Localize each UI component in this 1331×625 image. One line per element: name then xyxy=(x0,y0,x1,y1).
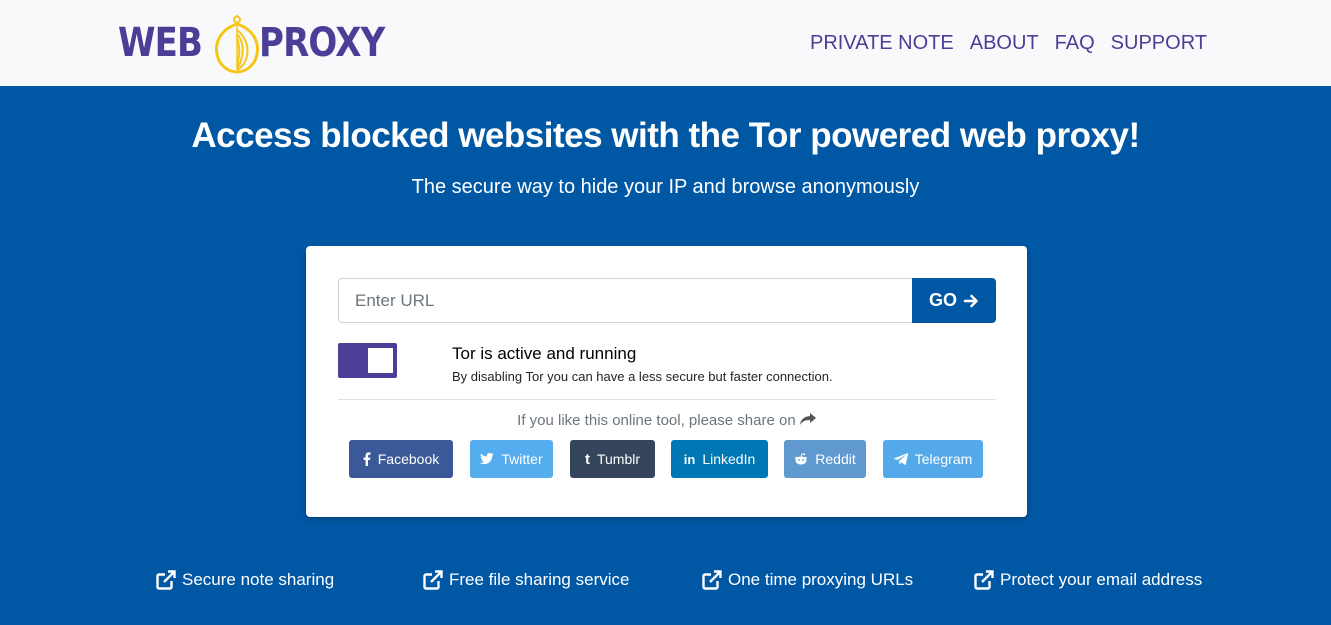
reddit-icon xyxy=(794,453,808,465)
share-reddit-button[interactable]: Reddit xyxy=(784,440,866,478)
share-twitter-button[interactable]: Twitter xyxy=(470,440,553,478)
feature-label: Protect your email address xyxy=(1000,570,1203,589)
tor-status-text: Tor is active and running xyxy=(452,344,637,363)
logo-text-web: WEB xyxy=(118,20,203,66)
site-logo[interactable]: WEB PROXY xyxy=(118,12,406,74)
facebook-icon xyxy=(363,452,371,466)
hero-title: Access blocked websites with the Tor pow… xyxy=(191,116,1140,155)
share-telegram-label: Telegram xyxy=(914,451,973,467)
hero-subtitle: The secure way to hide your IP and brows… xyxy=(411,176,920,198)
twitter-icon xyxy=(480,453,494,465)
feature-label: Free file sharing service xyxy=(449,570,630,589)
go-button[interactable]: GO xyxy=(912,278,996,323)
url-input[interactable] xyxy=(338,278,912,323)
arrow-right-icon xyxy=(963,294,978,307)
linkedin-icon: in xyxy=(683,451,696,467)
feature-label: One time proxying URLs xyxy=(728,570,914,589)
share-facebook-label: Facebook xyxy=(377,451,440,467)
tor-toggle[interactable] xyxy=(338,343,397,378)
share-prompt: If you like this online tool, please sha… xyxy=(306,412,1027,429)
nav-faq[interactable]: FAQ xyxy=(1055,32,1095,55)
tor-description: By disabling Tor you can have a less sec… xyxy=(452,369,833,384)
telegram-icon xyxy=(893,453,908,465)
share-prompt-text: If you like this online tool, please sha… xyxy=(517,412,796,429)
feature-secure-note-sharing[interactable]: Secure note sharing xyxy=(156,570,334,590)
share-telegram-button[interactable]: Telegram xyxy=(883,440,983,478)
share-facebook-button[interactable]: Facebook xyxy=(349,440,453,478)
nav-support[interactable]: SUPPORT xyxy=(1111,32,1207,55)
feature-free-file-sharing[interactable]: Free file sharing service xyxy=(423,570,629,590)
share-icon xyxy=(799,413,816,425)
main-nav: PRIVATE NOTE ABOUT FAQ SUPPORT xyxy=(810,32,1207,55)
top-navbar: WEB PROXY PRIVATE NOTE ABOUT FAQ SUPPORT xyxy=(0,0,1331,86)
share-tumblr-button[interactable]: t Tumblr xyxy=(570,440,655,478)
external-link-icon xyxy=(702,570,722,590)
onion-logo-icon xyxy=(214,14,259,74)
share-reddit-label: Reddit xyxy=(815,451,856,467)
share-buttons: Facebook Twitter t Tumblr in LinkedIn Re… xyxy=(306,440,1027,478)
go-button-label: GO xyxy=(928,290,957,310)
feature-one-time-proxying-urls[interactable]: One time proxying URLs xyxy=(702,570,913,590)
share-linkedin-button[interactable]: in LinkedIn xyxy=(671,440,768,478)
nav-about[interactable]: ABOUT xyxy=(970,32,1039,55)
logo-text-proxy: PROXY xyxy=(258,20,385,66)
nav-private-note[interactable]: PRIVATE NOTE xyxy=(810,32,954,55)
tumblr-icon: t xyxy=(584,450,590,468)
features-row: Secure note sharing Free file sharing se… xyxy=(0,570,1331,596)
share-twitter-label: Twitter xyxy=(501,451,543,467)
tor-toggle-knob xyxy=(368,348,393,373)
external-link-icon xyxy=(423,570,443,590)
feature-protect-email-address[interactable]: Protect your email address xyxy=(974,570,1202,590)
external-link-icon xyxy=(156,570,176,590)
share-tumblr-label: Tumblr xyxy=(596,451,641,467)
proxy-form-card: GO Tor is active and running By disablin… xyxy=(306,246,1027,517)
share-linkedin-label: LinkedIn xyxy=(702,451,756,467)
external-link-icon xyxy=(974,570,994,590)
divider xyxy=(338,399,996,400)
feature-label: Secure note sharing xyxy=(182,570,335,589)
